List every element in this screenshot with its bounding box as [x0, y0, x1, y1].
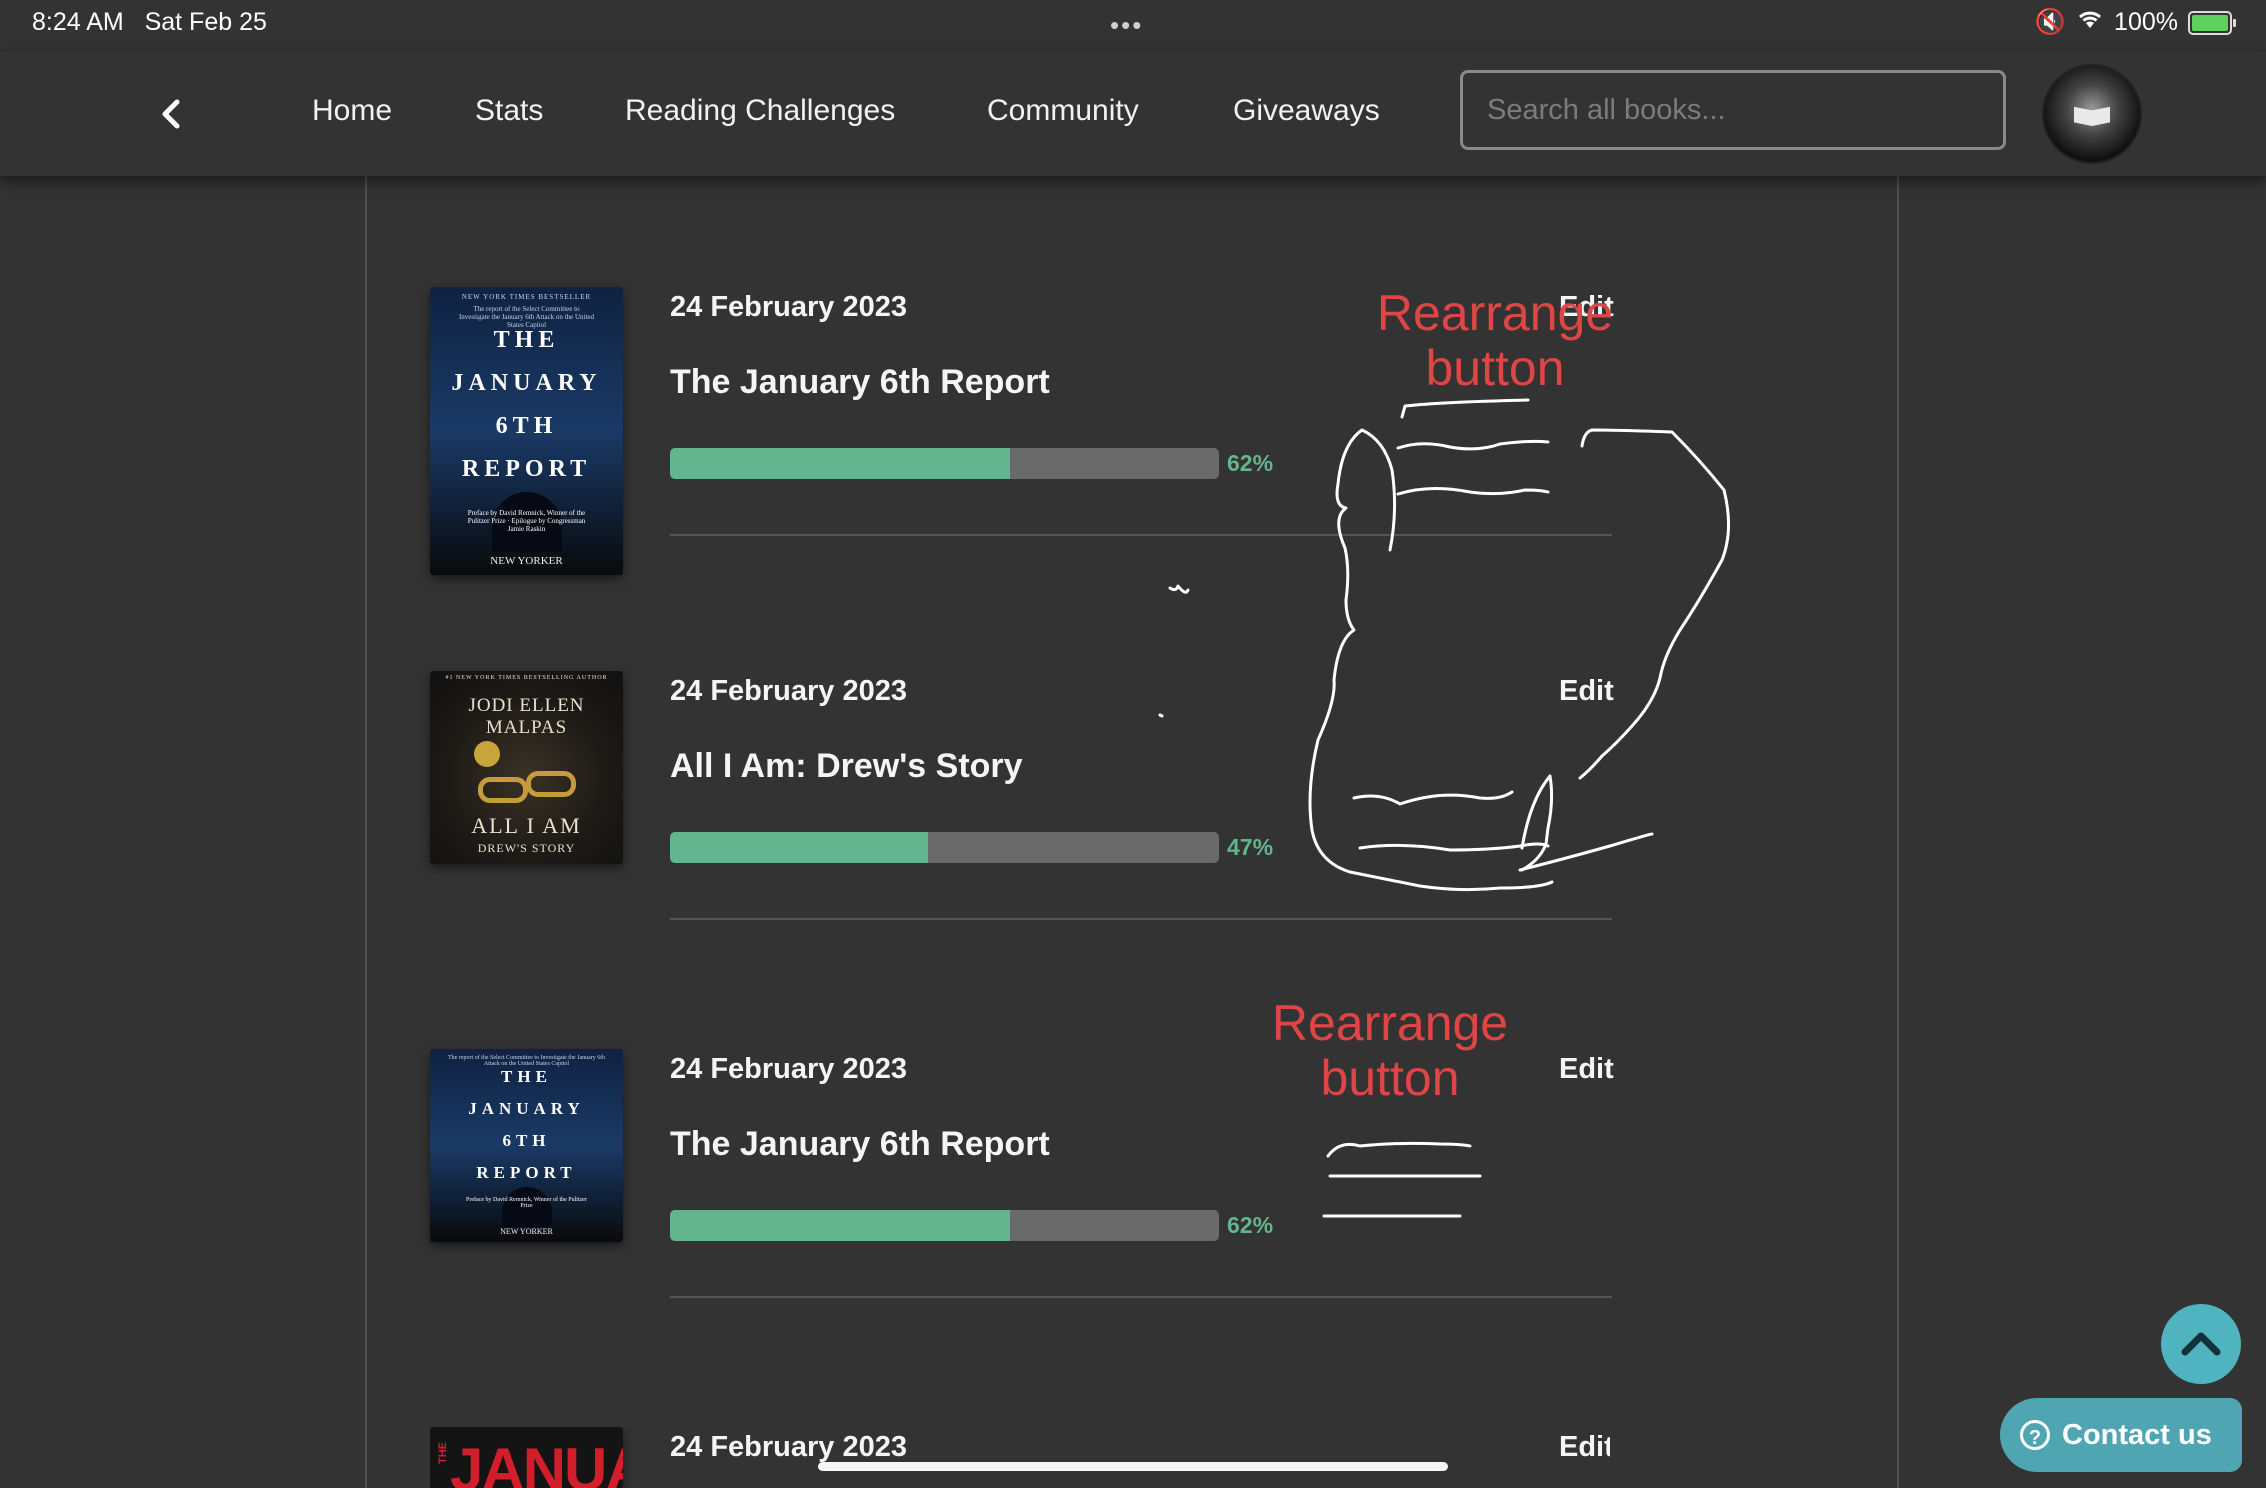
book-cover[interactable]: THE JANUARY	[430, 1427, 623, 1488]
search-input[interactable]	[1460, 70, 2006, 150]
status-date: Sat Feb 25	[144, 8, 267, 36]
progress-percent: 62%	[1227, 450, 1274, 476]
progress-percent: 62%	[1227, 1212, 1274, 1238]
progress-bar	[670, 1210, 1219, 1241]
edit-button[interactable]: Edit	[1559, 1431, 1610, 1464]
entry-date: 24 February 2023	[670, 675, 907, 707]
book-title[interactable]: The January 6th Report	[670, 1125, 1050, 1164]
home-indicator[interactable]	[818, 1462, 1448, 1471]
contact-us-button[interactable]: ? Contact us	[2000, 1398, 2242, 1472]
contact-us-label: Contact us	[2062, 1418, 2212, 1451]
entry-date: 24 February 2023	[670, 1053, 907, 1085]
status-time: 8:24 AM Sat Feb 25	[32, 8, 267, 36]
entry-date: 24 February 2023	[670, 1431, 907, 1463]
book-title[interactable]: The January 6th Report	[670, 363, 1050, 402]
edit-button[interactable]: Edit	[1559, 1053, 1614, 1086]
chain-icon	[526, 771, 576, 797]
progress-bar	[670, 832, 1219, 863]
multitasking-dots-icon[interactable]: •••	[1110, 10, 1143, 41]
divider	[670, 534, 1612, 536]
chevron-left-icon	[162, 99, 180, 129]
book-title[interactable]: All I Am: Drew's Story	[670, 747, 1023, 786]
back-button[interactable]	[150, 92, 194, 136]
book-cover[interactable]: #1 NEW YORK TIMES BESTSELLING AUTHOR JOD…	[430, 671, 623, 864]
book-cover[interactable]: The report of the Select Committee to In…	[430, 1049, 623, 1242]
top-navigation: Home Stats Reading Challenges Community …	[0, 52, 2266, 176]
chevron-up-icon	[2181, 1332, 2221, 1356]
progress-bar	[670, 448, 1219, 479]
book-icon	[2074, 106, 2110, 126]
annotation-rearrange-label: Rearrange button	[1376, 285, 1614, 396]
divider	[670, 1296, 1612, 1298]
reading-entry: #1 NEW YORK TIMES BESTSELLING AUTHOR JOD…	[430, 671, 1614, 921]
nav-community[interactable]: Community	[987, 94, 1139, 128]
entry-date: 24 February 2023	[670, 291, 907, 323]
help-circle-icon: ?	[2020, 1420, 2050, 1450]
seal-icon	[474, 741, 500, 767]
battery-icon	[2188, 10, 2236, 35]
status-bar: 8:24 AM Sat Feb 25 ••• 🔇 100%	[0, 0, 2266, 52]
progress-percent: 47%	[1227, 834, 1274, 860]
mute-icon: 🔇	[2034, 8, 2067, 36]
edit-button[interactable]: Edit	[1559, 675, 1614, 708]
nav-stats[interactable]: Stats	[475, 94, 543, 128]
book-cover[interactable]: NEW YORK TIMES BESTSELLER The report of …	[430, 287, 623, 575]
wifi-icon	[2076, 8, 2104, 37]
scroll-to-top-button[interactable]	[2161, 1304, 2241, 1384]
panel-border-right	[1897, 176, 1899, 1488]
panel-border-left	[365, 176, 367, 1488]
nav-home[interactable]: Home	[312, 94, 392, 128]
chain-icon	[478, 777, 528, 803]
reading-entry: THE JANUARY 24 February 2023 Edit	[430, 1427, 1610, 1488]
divider	[670, 918, 1612, 920]
avatar[interactable]	[2042, 64, 2142, 164]
nav-reading-challenges[interactable]: Reading Challenges	[625, 94, 895, 128]
nav-giveaways[interactable]: Giveaways	[1233, 94, 1380, 128]
battery-percent: 100%	[2114, 8, 2178, 36]
annotation-rearrange-label: Rearrange button	[1271, 995, 1509, 1106]
